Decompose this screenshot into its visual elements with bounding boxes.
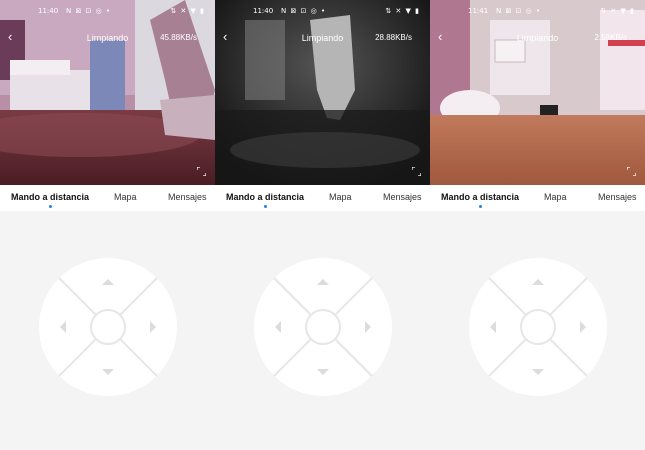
direction-pad [39,258,177,396]
video-header: ‹ Limpiando 45.88KB/s [0,30,215,46]
status-bar: 11:40 N ⊠ ⊡ ◎ • ⇅ ✕ ▼ ▮ [0,6,215,18]
tab-bar: Mando a distancia Mapa Mensajes [215,185,430,211]
tab-map[interactable]: Mapa [544,192,567,202]
fullscreen-icon[interactable] [412,167,421,176]
screen-3: 11:41 N ⊠ ⊡ ◎ • ⇅ ✕ ▼ ▮ ‹ Limpiando 2.58… [430,0,645,450]
direction-pad [469,258,607,396]
tab-label: Mensajes [598,192,637,202]
fullscreen-icon[interactable] [197,167,206,176]
tab-label: Mensajes [168,192,207,202]
arrow-down-icon[interactable] [317,369,329,375]
tab-label: Mando a distancia [11,192,90,202]
dpad-graphic [273,277,373,377]
camera-image-3 [430,0,645,185]
arrow-left-icon[interactable] [490,321,496,333]
arrow-down-icon[interactable] [532,369,544,375]
arrow-up-icon[interactable] [317,279,329,285]
active-tab-indicator [48,205,52,208]
status-bar: 11:41 N ⊠ ⊡ ◎ • ⇅ ✕ ▼ ▮ [430,6,645,18]
tab-map[interactable]: Mapa [114,192,137,202]
arrow-left-icon[interactable] [275,321,281,333]
three-screens: 11:40 N ⊠ ⊡ ◎ • ⇅ ✕ ▼ ▮ ‹ Limpiando 45.8… [0,0,645,450]
arrow-right-icon[interactable] [580,321,586,333]
dpad-graphic [58,277,158,377]
camera-feed-3: 11:41 N ⊠ ⊡ ◎ • ⇅ ✕ ▼ ▮ ‹ Limpiando 2.58… [430,0,645,185]
system-icons: ⇅ ✕ ▼ ▮ [170,7,205,15]
tab-bar: Mando a distancia Mapa Mensajes [0,185,215,211]
status-time: 11:40 [38,7,59,15]
notification-icons: N ⊠ ⊡ ◎ • [281,7,327,15]
system-icons: ⇅ ✕ ▼ ▮ [600,7,635,15]
notification-icons: N ⊠ ⊡ ◎ • [66,7,112,15]
tab-messages[interactable]: Mensajes [168,192,207,202]
status-time: 11:41 [468,7,489,15]
arrow-up-icon[interactable] [102,279,114,285]
fullscreen-icon[interactable] [627,167,636,176]
tab-map[interactable]: Mapa [329,192,352,202]
screen-1: 11:40 N ⊠ ⊡ ◎ • ⇅ ✕ ▼ ▮ ‹ Limpiando 45.8… [0,0,215,450]
camera-image-2 [215,0,430,185]
tab-remote-control[interactable]: Mando a distancia [11,192,90,208]
active-tab-indicator [478,205,482,208]
arrow-up-icon[interactable] [532,279,544,285]
arrow-down-icon[interactable] [102,369,114,375]
dpad-graphic [488,277,588,377]
status-time: 11:40 [253,7,274,15]
tab-label: Mensajes [383,192,422,202]
system-icons: ⇅ ✕ ▼ ▮ [385,7,420,15]
camera-feed-1: 11:40 N ⊠ ⊡ ◎ • ⇅ ✕ ▼ ▮ ‹ Limpiando 45.8… [0,0,215,185]
video-header: ‹ Limpiando 2.58KB/s [430,30,645,46]
direction-pad [254,258,392,396]
tab-remote-control[interactable]: Mando a distancia [226,192,305,208]
tab-remote-control[interactable]: Mando a distancia [441,192,520,208]
active-tab-indicator [263,205,267,208]
stream-speed: 45.88KB/s [160,33,197,42]
arrow-left-icon[interactable] [60,321,66,333]
stream-speed: 28.88KB/s [375,33,412,42]
camera-feed-2: 11:40 N ⊠ ⊡ ◎ • ⇅ ✕ ▼ ▮ ‹ Limpiando 28.8… [215,0,430,185]
tab-messages[interactable]: Mensajes [598,192,637,202]
tab-bar: Mando a distancia Mapa Mensajes [430,185,645,211]
arrow-right-icon[interactable] [150,321,156,333]
tab-label: Mando a distancia [226,192,305,202]
tab-messages[interactable]: Mensajes [383,192,422,202]
stream-speed: 2.58KB/s [594,33,627,42]
tab-label: Mapa [114,192,137,202]
tab-label: Mando a distancia [441,192,520,202]
video-header: ‹ Limpiando 28.88KB/s [215,30,430,46]
status-bar: 11:40 N ⊠ ⊡ ◎ • ⇅ ✕ ▼ ▮ [215,6,430,18]
notification-icons: N ⊠ ⊡ ◎ • [496,7,542,15]
screen-2: 11:40 N ⊠ ⊡ ◎ • ⇅ ✕ ▼ ▮ ‹ Limpiando 28.8… [215,0,430,450]
tab-label: Mapa [544,192,567,202]
arrow-right-icon[interactable] [365,321,371,333]
camera-image-1 [0,0,215,185]
tab-label: Mapa [329,192,352,202]
